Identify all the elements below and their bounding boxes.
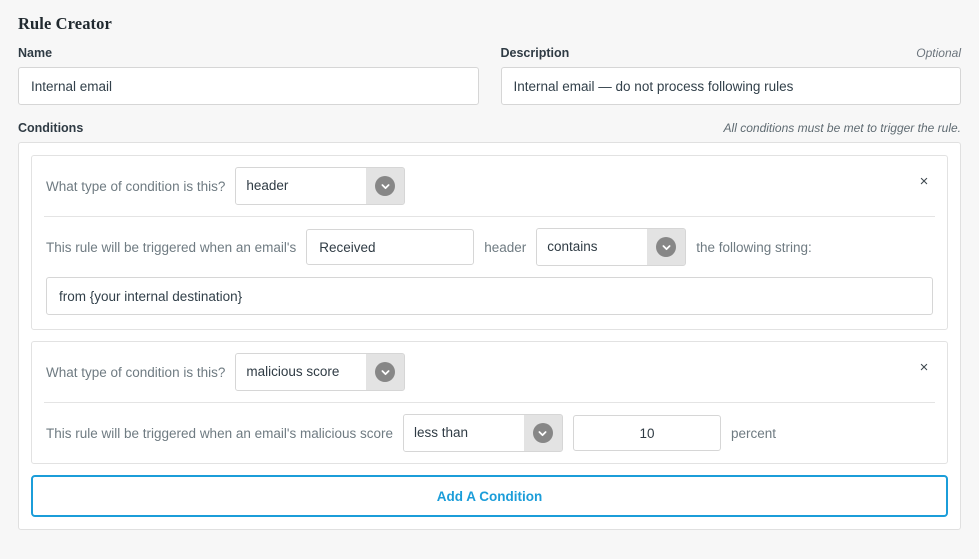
- condition-detail-row: This rule will be triggered when an emai…: [32, 403, 947, 463]
- score-operator-select[interactable]: [403, 414, 563, 452]
- chevron-down-icon: [533, 423, 553, 443]
- condition-type-prompt: What type of condition is this?: [46, 365, 225, 380]
- description-optional-note: Optional: [916, 46, 961, 60]
- condition-type-value[interactable]: [236, 168, 366, 204]
- description-input[interactable]: [501, 67, 962, 105]
- header-operator-select[interactable]: [536, 228, 686, 266]
- chevron-down-icon: [375, 176, 395, 196]
- condition-card-header: × What type of condition is this?: [31, 155, 948, 330]
- condition-type-row: What type of condition is this?: [32, 342, 947, 402]
- conditions-container: × What type of condition is this?: [18, 142, 961, 530]
- header-operator-value[interactable]: [537, 229, 647, 265]
- condition-type-row: What type of condition is this?: [32, 156, 947, 216]
- remove-condition-button[interactable]: ×: [915, 358, 933, 376]
- condition-type-dropdown-arrow[interactable]: [366, 354, 404, 390]
- condition-type-dropdown-arrow[interactable]: [366, 168, 404, 204]
- conditions-header: Conditions All conditions must be met to…: [14, 121, 965, 135]
- score-operator-dropdown-arrow[interactable]: [524, 415, 562, 451]
- name-label: Name: [18, 46, 52, 60]
- condition-type-value[interactable]: [236, 354, 366, 390]
- condition-trigger-prefix: This rule will be triggered when an emai…: [46, 240, 296, 255]
- condition-type-select[interactable]: [235, 167, 405, 205]
- condition-card-malicious-score: × What type of condition is this?: [31, 341, 948, 464]
- remove-condition-button[interactable]: ×: [915, 172, 933, 190]
- rule-creator-page: Rule Creator Name Description Optional C…: [0, 0, 979, 559]
- score-threshold-input[interactable]: [573, 415, 721, 451]
- condition-type-select[interactable]: [235, 353, 405, 391]
- name-field-group: Name: [18, 46, 479, 105]
- condition-detail-row: This rule will be triggered when an emai…: [32, 217, 947, 277]
- condition-trigger-suffix: the following string:: [696, 240, 812, 255]
- conditions-note: All conditions must be met to trigger th…: [724, 121, 961, 135]
- description-label: Description: [501, 46, 570, 60]
- score-unit-label: percent: [731, 426, 776, 441]
- name-label-row: Name: [18, 46, 479, 60]
- condition-trigger-prefix: This rule will be triggered when an emai…: [46, 426, 393, 441]
- chevron-down-icon: [375, 362, 395, 382]
- conditions-label: Conditions: [18, 121, 83, 135]
- header-word-label: header: [484, 240, 526, 255]
- add-condition-button[interactable]: Add A Condition: [31, 475, 948, 517]
- description-label-row: Description Optional: [501, 46, 962, 60]
- header-operator-dropdown-arrow[interactable]: [647, 229, 685, 265]
- match-string-input[interactable]: [46, 277, 933, 315]
- header-name-input[interactable]: [306, 229, 474, 265]
- description-field-group: Description Optional: [501, 46, 962, 105]
- chevron-down-icon: [656, 237, 676, 257]
- page-title: Rule Creator: [14, 0, 965, 34]
- name-input[interactable]: [18, 67, 479, 105]
- score-operator-value[interactable]: [404, 415, 524, 451]
- condition-type-prompt: What type of condition is this?: [46, 179, 225, 194]
- top-fields-row: Name Description Optional: [14, 46, 965, 105]
